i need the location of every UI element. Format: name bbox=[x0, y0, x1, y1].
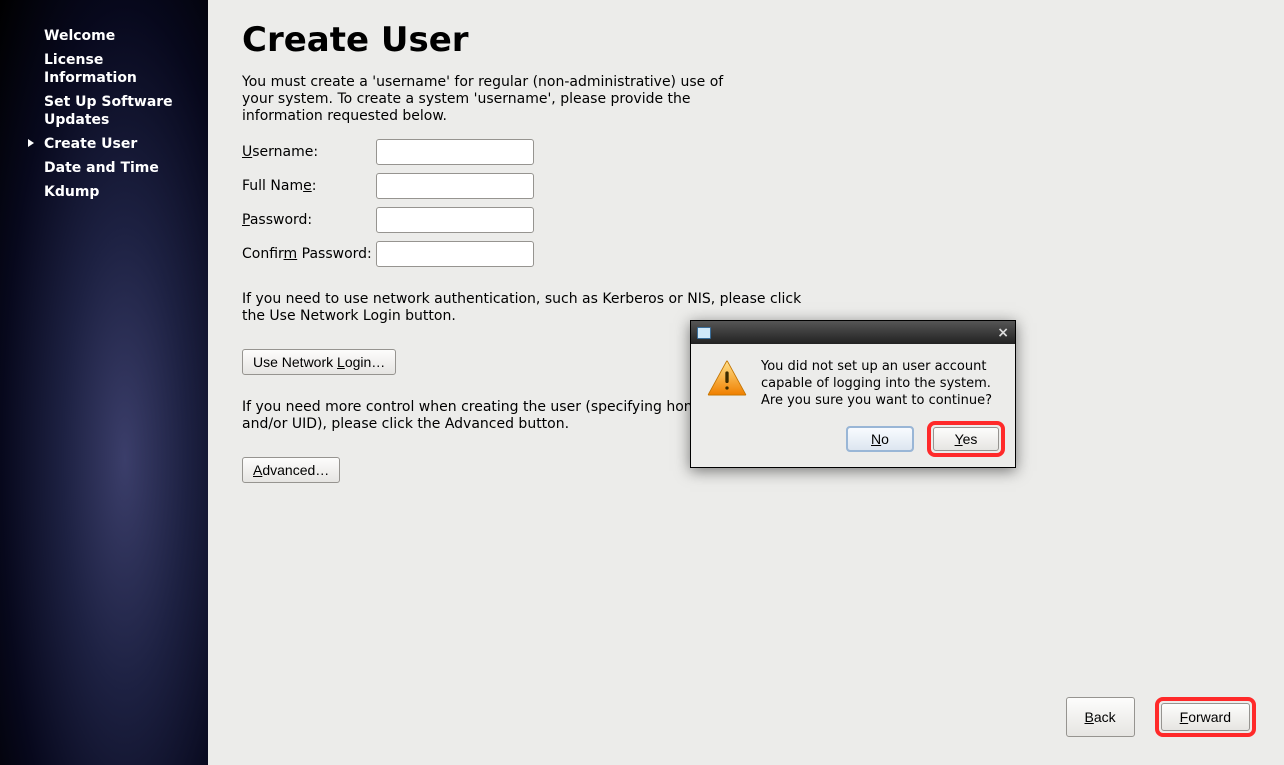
sidebar-item-software-updates[interactable]: Set Up Software Updates bbox=[0, 90, 208, 132]
sidebar-item-license[interactable]: License Information bbox=[0, 48, 208, 90]
dialog-message: You did not set up an user account capab… bbox=[761, 358, 999, 409]
password-label: Password: bbox=[242, 212, 376, 228]
sidebar-item-create-user[interactable]: Create User bbox=[0, 132, 208, 156]
username-input[interactable] bbox=[376, 139, 534, 165]
main-content: Create User You must create a 'username'… bbox=[208, 0, 1284, 765]
sidebar-item-welcome[interactable]: Welcome bbox=[0, 24, 208, 48]
forward-button[interactable]: Forward bbox=[1161, 703, 1250, 731]
use-network-login-button[interactable]: Use Network Login… bbox=[242, 349, 396, 375]
username-label: Username: bbox=[242, 144, 376, 160]
warning-icon bbox=[707, 358, 747, 398]
advanced-button[interactable]: Advanced… bbox=[242, 457, 340, 483]
confirm-password-label: Confirm Password: bbox=[242, 246, 376, 262]
dialog-yes-highlight: Yes bbox=[927, 421, 1005, 457]
dialog-titlebar[interactable]: × bbox=[691, 321, 1015, 344]
confirm-dialog: × You did not set up an user account cap… bbox=[690, 320, 1016, 468]
password-input[interactable] bbox=[376, 207, 534, 233]
confirm-password-input[interactable] bbox=[376, 241, 534, 267]
sidebar-item-date-time[interactable]: Date and Time bbox=[0, 156, 208, 180]
page-title: Create User bbox=[242, 20, 1250, 60]
forward-button-highlight: Forward bbox=[1155, 697, 1256, 737]
page-description: You must create a 'username' for regular… bbox=[242, 74, 742, 125]
dialog-yes-button[interactable]: Yes bbox=[933, 427, 999, 451]
back-button[interactable]: Back bbox=[1066, 697, 1135, 737]
fullname-input[interactable] bbox=[376, 173, 534, 199]
sidebar-item-kdump[interactable]: Kdump bbox=[0, 180, 208, 204]
setup-sidebar: Welcome License Information Set Up Softw… bbox=[0, 0, 208, 765]
close-icon[interactable]: × bbox=[997, 326, 1009, 340]
fullname-label: Full Name: bbox=[242, 178, 376, 194]
window-icon bbox=[697, 327, 711, 339]
dialog-no-button[interactable]: No bbox=[847, 427, 913, 451]
